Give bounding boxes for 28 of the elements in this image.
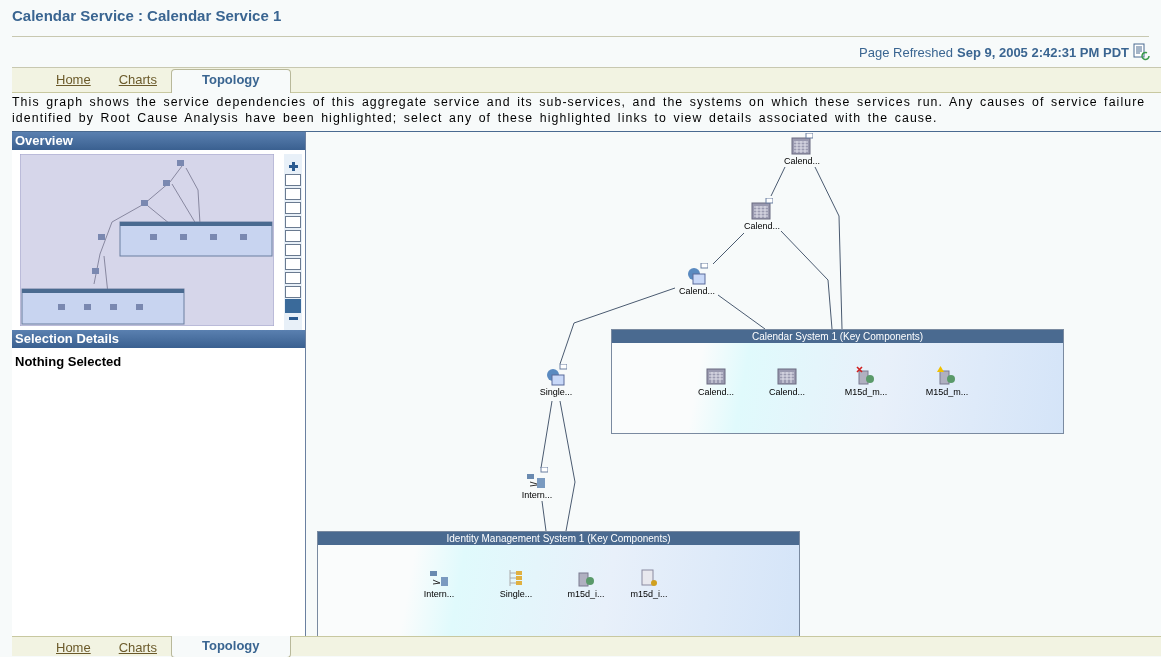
panel-header: Overview — [12, 132, 305, 150]
page-title: Calendar Service : Calendar Service 1 — [12, 0, 1149, 37]
group-header: Calendar System 1 (Key Components) — [612, 330, 1063, 343]
node-label[interactable]: Intern... — [423, 589, 455, 599]
page-refreshed-label: Page Refreshed — [859, 44, 953, 60]
refresh-timestamp: Sep 9, 2005 2:42:31 PM PDT — [957, 44, 1129, 60]
group-header: Identity Management System 1 (Key Components) — [318, 532, 799, 545]
panel-header: Selection Details — [12, 330, 305, 348]
tab[interactable]: Charts — [104, 70, 171, 92]
tab[interactable]: Topology — [171, 636, 291, 657]
node-label[interactable]: M15d_m... — [925, 387, 969, 397]
node-label[interactable]: Calend... — [698, 387, 734, 397]
description-text: This graph shows the service dependencies of this aggregate service and its sub-services, and the systems on which these services run. Any causes of service failure identified by Root Cause Analysis have been highlighted; select any of these highlighted links to view details associated with the cause. — [12, 94, 1147, 127]
tab[interactable]: Home — [42, 70, 105, 92]
tab[interactable]: Charts — [104, 637, 171, 657]
node-label[interactable]: m15d_i... — [567, 589, 605, 599]
node-label[interactable]: Single... — [539, 387, 573, 397]
node-label[interactable]: Calend... — [679, 286, 715, 296]
tab[interactable]: Home — [42, 637, 105, 657]
node-label[interactable]: Calend... — [784, 156, 820, 166]
node-label[interactable]: Calend... — [769, 387, 805, 397]
node-label[interactable]: m15d_i... — [630, 589, 668, 599]
node-label[interactable]: Calend... — [744, 221, 780, 231]
node-label[interactable]: Single... — [499, 589, 533, 599]
selection-status: Nothing Selected — [14, 353, 123, 371]
node-label[interactable]: M15d_m... — [844, 387, 888, 397]
node-label[interactable]: Intern... — [521, 490, 553, 500]
tab[interactable]: Topology — [171, 69, 291, 93]
